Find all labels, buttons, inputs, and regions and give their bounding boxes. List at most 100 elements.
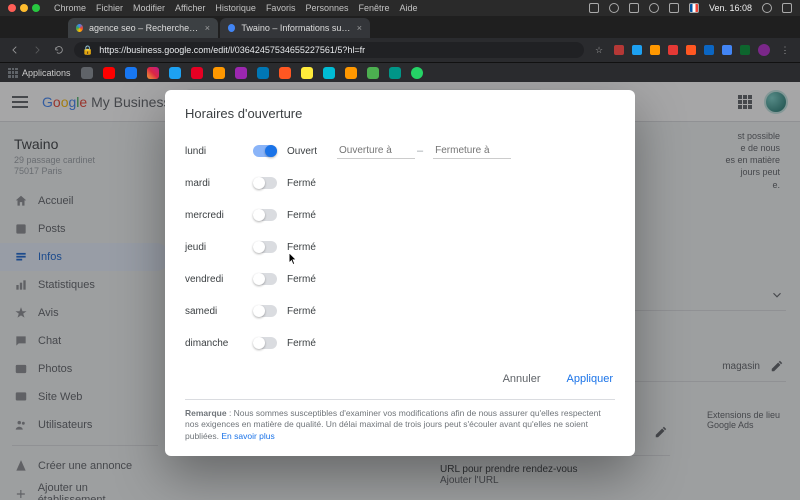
bookmark-icon[interactable] [367, 67, 379, 79]
apps-icon [8, 68, 18, 78]
extension-icon[interactable] [740, 45, 750, 55]
day-state: Fermé [287, 274, 329, 285]
day-row-samedi: samedi Fermé [185, 299, 615, 323]
bookmark-icon[interactable] [257, 67, 269, 79]
menu-favoris[interactable]: Favoris [266, 3, 296, 13]
menu-aide[interactable]: Aide [400, 3, 418, 13]
menu-afficher[interactable]: Afficher [175, 3, 205, 13]
star-icon[interactable]: ☆ [592, 43, 606, 57]
day-toggle[interactable] [253, 337, 277, 349]
traffic-lights [8, 4, 40, 12]
minimize-window-icon[interactable] [20, 4, 28, 12]
menu-personnes[interactable]: Personnes [305, 3, 348, 13]
day-toggle[interactable] [253, 305, 277, 317]
extension-icon[interactable] [668, 45, 678, 55]
status-icon [589, 3, 599, 13]
day-state: Fermé [287, 178, 329, 189]
extension-icon[interactable] [704, 45, 714, 55]
bookmark-icon[interactable] [191, 67, 203, 79]
gmb-favicon-icon [228, 24, 235, 32]
flag-icon [689, 3, 699, 13]
day-toggle[interactable] [253, 145, 277, 157]
day-state: Fermé [287, 242, 329, 253]
tab-label: agence seo – Recherche Goog [89, 23, 199, 33]
bookmark-icon[interactable] [213, 67, 225, 79]
bookmark-icon[interactable] [411, 67, 423, 79]
day-label: mercredi [185, 210, 253, 221]
spotlight-icon[interactable] [762, 3, 772, 13]
lock-icon: 🔒 [82, 45, 93, 56]
chrome-toolbar: 🔒 https://business.google.com/edit/l/036… [0, 38, 800, 62]
extension-icon[interactable] [686, 45, 696, 55]
day-state: Fermé [287, 338, 329, 349]
day-row-vendredi: vendredi Fermé [185, 267, 615, 291]
reload-button[interactable] [52, 43, 66, 57]
day-toggle[interactable] [253, 273, 277, 285]
mouse-cursor-icon [288, 252, 298, 266]
bookmark-icon[interactable] [323, 67, 335, 79]
day-row-jeudi: jeudi Fermé [185, 235, 615, 259]
bookmark-icon[interactable] [279, 67, 291, 79]
day-row-mardi: mardi Fermé [185, 171, 615, 195]
day-state: Ouvert [287, 146, 329, 157]
bookmark-icon[interactable] [301, 67, 313, 79]
chrome-tabstrip: agence seo – Recherche Goog × Twaino – I… [0, 16, 800, 38]
mac-menubar: Chrome Fichier Modifier Afficher Histori… [0, 0, 800, 16]
close-tab-icon[interactable]: × [357, 23, 362, 33]
menu-fenetre[interactable]: Fenêtre [358, 3, 389, 13]
bookmark-icon[interactable] [147, 67, 159, 79]
bookmark-icon[interactable] [81, 67, 93, 79]
day-label: lundi [185, 146, 253, 157]
bookmarks-bar: Applications [0, 62, 800, 82]
menu-historique[interactable]: Historique [215, 3, 256, 13]
extension-icon[interactable] [722, 45, 732, 55]
modal-title: Horaires d'ouverture [185, 106, 615, 121]
status-icon [629, 3, 639, 13]
close-window-icon[interactable] [8, 4, 16, 12]
apps-label: Applications [22, 68, 71, 78]
profile-icon[interactable] [758, 44, 770, 56]
learn-more-link[interactable]: En savoir plus [221, 431, 274, 441]
day-label: dimanche [185, 338, 253, 349]
modal-note: Remarque : Nous sommes susceptibles d'ex… [185, 399, 615, 442]
url-text: https://business.google.com/edit/l/03642… [99, 45, 365, 55]
extension-icon[interactable] [614, 45, 624, 55]
day-toggle[interactable] [253, 241, 277, 253]
back-button[interactable] [8, 43, 22, 57]
apps-shortcut[interactable]: Applications [8, 68, 71, 78]
day-state: Fermé [287, 306, 329, 317]
bookmark-icon[interactable] [345, 67, 357, 79]
day-label: mardi [185, 178, 253, 189]
zoom-window-icon[interactable] [32, 4, 40, 12]
status-icon [609, 3, 619, 13]
cancel-button[interactable]: Annuler [501, 369, 543, 389]
bookmark-icon[interactable] [103, 67, 115, 79]
menu-modifier[interactable]: Modifier [133, 3, 165, 13]
menu-chrome[interactable]: Chrome [54, 3, 86, 13]
bookmark-icon[interactable] [125, 67, 137, 79]
tab-twaino[interactable]: Twaino – Informations sur l'en × [220, 18, 370, 38]
opening-time-input[interactable] [337, 143, 415, 159]
forward-button[interactable] [30, 43, 44, 57]
day-state: Fermé [287, 210, 329, 221]
bookmark-icon[interactable] [169, 67, 181, 79]
day-label: jeudi [185, 242, 253, 253]
bookmark-icon[interactable] [389, 67, 401, 79]
day-toggle[interactable] [253, 209, 277, 221]
closing-time-input[interactable] [433, 143, 511, 159]
kebab-menu-icon[interactable]: ⋮ [778, 43, 792, 57]
close-tab-icon[interactable]: × [205, 23, 210, 33]
extension-icon[interactable] [650, 45, 660, 55]
modal-overlay[interactable]: Horaires d'ouverture lundi Ouvert – mard… [0, 82, 800, 500]
notifications-icon[interactable] [782, 3, 792, 13]
modal-actions: Annuler Appliquer [185, 369, 615, 389]
extension-icon[interactable] [632, 45, 642, 55]
apply-button[interactable]: Appliquer [565, 369, 615, 389]
menu-fichier[interactable]: Fichier [96, 3, 123, 13]
tab-agence-seo[interactable]: agence seo – Recherche Goog × [68, 18, 218, 38]
bookmark-icon[interactable] [235, 67, 247, 79]
day-toggle[interactable] [253, 177, 277, 189]
tab-label: Twaino – Informations sur l'en [241, 23, 350, 33]
address-bar[interactable]: 🔒 https://business.google.com/edit/l/036… [74, 42, 584, 58]
status-icon [649, 3, 659, 13]
